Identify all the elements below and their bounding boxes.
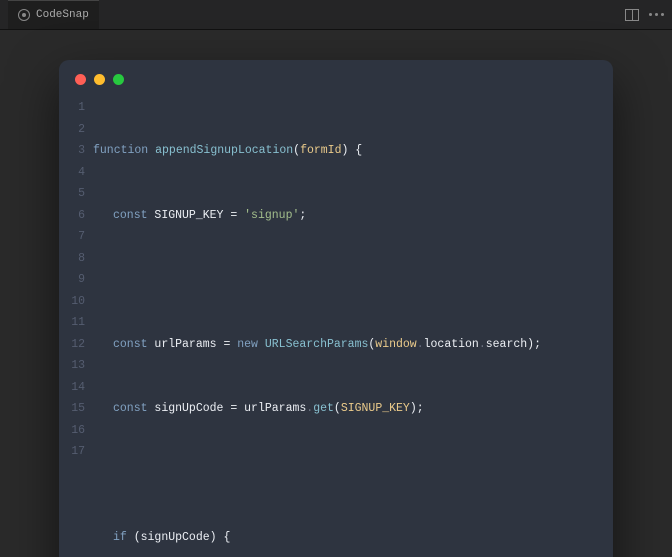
editor-titlebar: CodeSnap — [0, 0, 672, 30]
more-icon[interactable] — [649, 13, 664, 16]
code-line: if (signUpCode) { — [93, 527, 597, 549]
code-snippet-card: 1 2 3 4 5 6 7 8 9 10 11 12 13 14 15 16 1… — [59, 60, 613, 557]
window-controls — [59, 74, 613, 97]
split-editor-icon[interactable] — [625, 9, 639, 21]
preview-stage: 1 2 3 4 5 6 7 8 9 10 11 12 13 14 15 16 1… — [0, 30, 672, 557]
code-line: const signUpCode = urlParams.get(SIGNUP_… — [93, 398, 597, 420]
tab-label: CodeSnap — [36, 9, 89, 21]
camera-icon — [18, 9, 30, 21]
code-block: 1 2 3 4 5 6 7 8 9 10 11 12 13 14 15 16 1… — [59, 97, 613, 557]
close-icon[interactable] — [75, 74, 86, 85]
code-line: const SIGNUP_KEY = 'signup'; — [93, 205, 597, 227]
code-line: const urlParams = new URLSearchParams(wi… — [93, 334, 597, 356]
minimize-icon[interactable] — [94, 74, 105, 85]
code-line: function appendSignupLocation(formId) { — [93, 140, 597, 162]
source-lines: function appendSignupLocation(formId) { … — [93, 97, 613, 557]
code-line — [93, 269, 597, 291]
titlebar-actions — [625, 9, 664, 21]
maximize-icon[interactable] — [113, 74, 124, 85]
tab-codesnap[interactable]: CodeSnap — [8, 0, 99, 29]
code-line — [93, 463, 597, 485]
line-gutter: 1 2 3 4 5 6 7 8 9 10 11 12 13 14 15 16 1… — [59, 97, 93, 463]
